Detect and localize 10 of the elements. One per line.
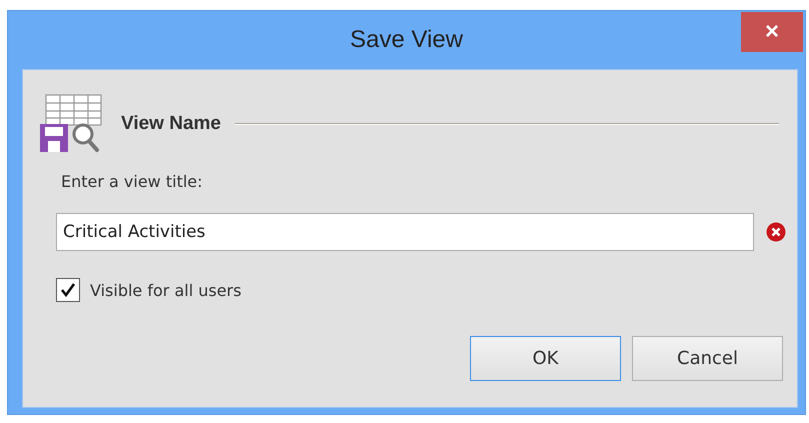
- window-title: Save View: [350, 26, 463, 54]
- field-label: Enter a view title:: [61, 172, 204, 191]
- dialog-button[interactable]: Cancel: [632, 336, 783, 381]
- check-icon: [59, 281, 77, 299]
- dialog-button[interactable]: OK: [470, 336, 621, 381]
- checkbox-label: Visible for all users: [90, 280, 242, 300]
- close-button[interactable]: ×: [741, 12, 803, 52]
- view-title-field[interactable]: Critical Activities: [56, 213, 754, 251]
- section-heading: View Name: [121, 113, 221, 135]
- checkbox[interactable]: [56, 278, 80, 302]
